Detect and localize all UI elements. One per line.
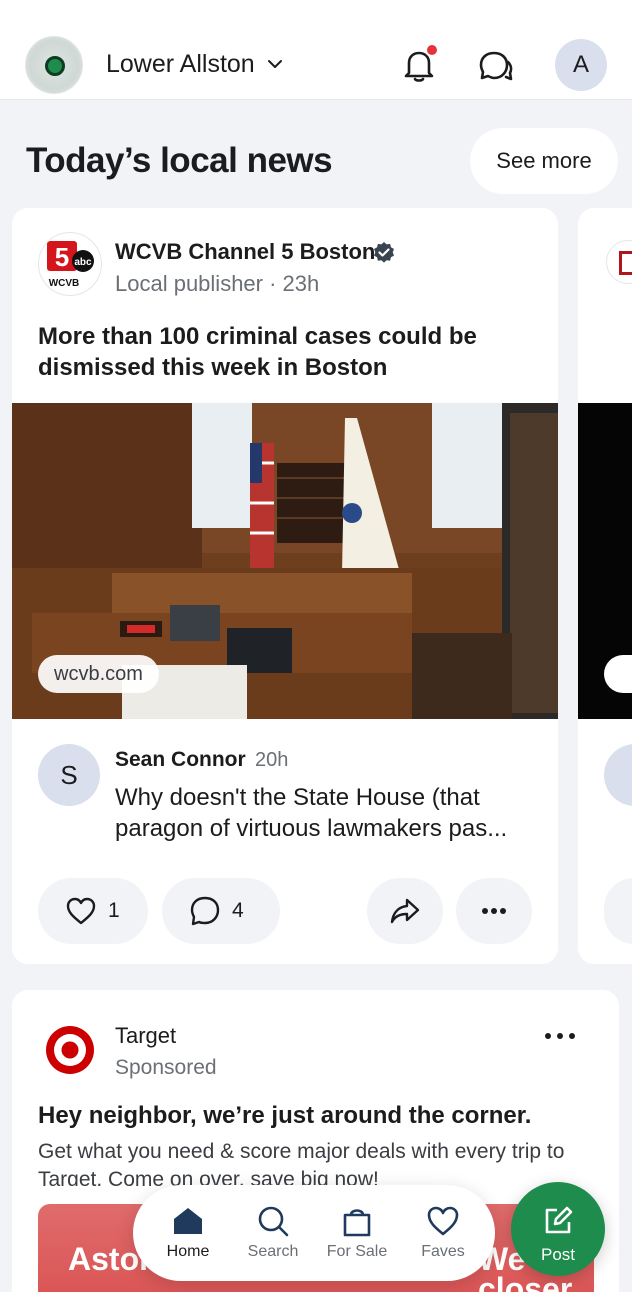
wcvb-logo-icon: 5 abc WCVB bbox=[47, 241, 94, 289]
see-more-button[interactable]: See more bbox=[470, 128, 618, 194]
chevron-down-icon[interactable] bbox=[265, 54, 285, 74]
home-icon bbox=[174, 1208, 202, 1234]
top-bar: Lower Allston A bbox=[0, 0, 632, 100]
verified-badge-icon bbox=[374, 242, 394, 263]
more-dots-icon[interactable] bbox=[542, 1024, 578, 1048]
svg-text:WCVB: WCVB bbox=[49, 278, 80, 289]
location-name[interactable]: Lower Allston bbox=[106, 50, 255, 79]
comment-time: 20h bbox=[255, 749, 289, 771]
nav-home[interactable]: Home bbox=[148, 1203, 228, 1261]
sponsored-label: Sponsored bbox=[115, 1056, 217, 1079]
comment-count: 4 bbox=[232, 899, 244, 922]
compose-icon bbox=[545, 1206, 573, 1234]
nav-search[interactable]: Search bbox=[233, 1203, 313, 1261]
user-avatar[interactable]: A bbox=[555, 39, 607, 91]
nav-for-sale-label: For Sale bbox=[326, 1243, 388, 1260]
like-button[interactable]: 1 bbox=[38, 878, 148, 944]
comment-icon bbox=[190, 896, 220, 926]
nav-for-sale[interactable]: For Sale bbox=[317, 1203, 397, 1261]
svg-text:abc: abc bbox=[74, 257, 92, 268]
chat-icon[interactable] bbox=[475, 46, 515, 86]
more-dots-icon bbox=[482, 908, 506, 914]
target-logo-icon[interactable] bbox=[44, 1024, 96, 1076]
source-badge[interactable]: wcvb.com bbox=[38, 655, 159, 693]
article-headline[interactable]: More than 100 criminal cases could be di… bbox=[38, 321, 538, 383]
commenter-name[interactable]: Sean Connor bbox=[115, 748, 246, 772]
more-options-button[interactable] bbox=[456, 878, 532, 944]
comment-text[interactable]: Why doesn't the State House (that parago… bbox=[115, 782, 545, 844]
bag-icon bbox=[343, 1209, 371, 1237]
ad-headline[interactable]: Hey neighbor, we’re just around the corn… bbox=[38, 1102, 531, 1130]
nav-faves-label: Faves bbox=[421, 1243, 465, 1260]
ad-body: Get what you need & score major deals wi… bbox=[38, 1140, 565, 1186]
heart-icon bbox=[66, 897, 96, 925]
nav-faves[interactable]: Faves bbox=[403, 1203, 483, 1261]
section-title: Today’s local news bbox=[26, 141, 333, 180]
like-count: 1 bbox=[108, 899, 120, 922]
comment-button[interactable]: 4 bbox=[162, 878, 280, 944]
neighborhood-avatar[interactable] bbox=[25, 36, 83, 94]
share-icon bbox=[390, 898, 420, 924]
publisher-name[interactable]: WCVB Channel 5 Boston bbox=[115, 239, 375, 265]
next-action-pill bbox=[604, 878, 632, 944]
post-button[interactable]: Post bbox=[511, 1182, 605, 1276]
neighborhood-dot-icon bbox=[45, 56, 65, 76]
bottom-nav: Home Search For Sale Faves bbox=[133, 1185, 495, 1281]
nav-home-label: Home bbox=[166, 1243, 210, 1260]
next-publisher-logo bbox=[606, 240, 632, 284]
publisher-logo[interactable]: 5 abc WCVB bbox=[38, 232, 102, 296]
advertiser-name[interactable]: Target bbox=[115, 1023, 176, 1049]
commenter-avatar[interactable]: S bbox=[38, 744, 100, 806]
news-card[interactable]: 5 abc WCVB WCVB Channel 5 Boston Local p… bbox=[12, 208, 558, 964]
post-label: Post bbox=[540, 1245, 576, 1264]
heart-icon bbox=[427, 1206, 459, 1236]
next-commenter-avatar bbox=[604, 744, 632, 806]
svg-text:5: 5 bbox=[55, 242, 69, 272]
publisher-meta: Local publisher · 23h bbox=[115, 271, 320, 296]
search-icon bbox=[258, 1206, 289, 1237]
notification-dot bbox=[425, 43, 439, 57]
next-news-card-peek[interactable] bbox=[578, 208, 632, 964]
share-button[interactable] bbox=[367, 878, 443, 944]
nav-search-label: Search bbox=[247, 1243, 299, 1260]
